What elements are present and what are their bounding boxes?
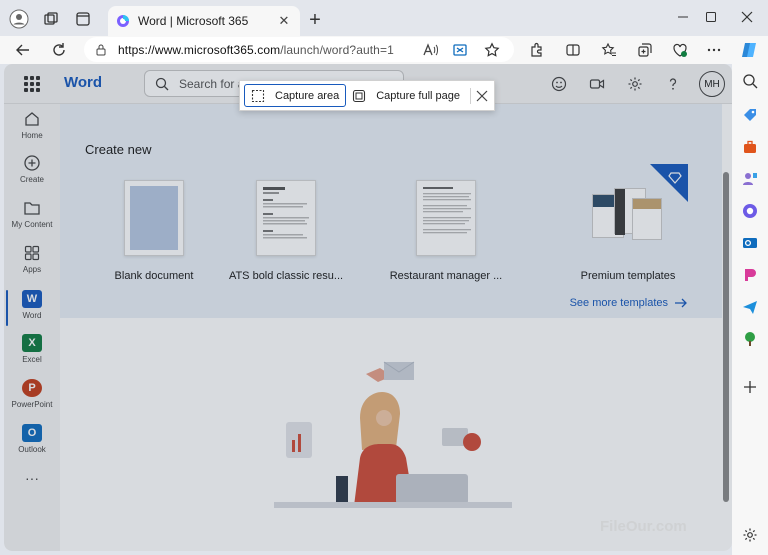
tab-word-microsoft-365[interactable]: Word | Microsoft 365 ✕	[108, 6, 300, 36]
capture-full-page-label: Capture full page	[376, 89, 460, 102]
sidebar-shopping-tag-icon[interactable]	[739, 104, 761, 126]
url-path: /launch/word?auth=1	[280, 42, 394, 57]
close-window-icon[interactable]	[732, 6, 762, 28]
minimize-icon[interactable]	[668, 6, 698, 28]
capture-full-page-button[interactable]: Capture full page	[346, 84, 466, 107]
capture-divider	[470, 87, 471, 104]
copilot-icon[interactable]	[737, 38, 761, 62]
web-capture-bar: Capture area Capture full page	[239, 80, 495, 111]
web-page: Word Search for ap MH Home Create My Con…	[4, 64, 732, 551]
sidebar-m365-icon[interactable]	[739, 200, 761, 222]
browser-toolbar: https://www.microsoft365.com/launch/word…	[0, 36, 768, 64]
capture-area-label: Capture area	[275, 89, 340, 102]
sidebar-add-icon[interactable]	[739, 376, 761, 398]
back-icon[interactable]	[11, 38, 35, 62]
sidebar-copilot-designer-icon[interactable]	[739, 264, 761, 286]
settings-more-icon[interactable]	[702, 38, 726, 62]
maximize-icon[interactable]	[696, 6, 726, 28]
collections-icon[interactable]	[633, 38, 657, 62]
url-host: https://www.microsoft365.com	[118, 42, 281, 57]
site-info-icon[interactable]	[94, 43, 108, 57]
watermark-text: FileOur.com	[600, 518, 687, 535]
tab-close-icon[interactable]: ✕	[276, 13, 292, 29]
sidebar-search-icon[interactable]	[739, 70, 761, 92]
sidebar-outlook-icon[interactable]	[739, 232, 761, 254]
capture-area-button[interactable]: Capture area	[244, 84, 347, 107]
capture-full-page-icon	[352, 89, 366, 103]
tab-title: Word | Microsoft 365	[138, 14, 249, 28]
capture-close-icon[interactable]	[475, 86, 490, 106]
favorites-icon[interactable]	[597, 38, 621, 62]
extensions-icon[interactable]	[524, 38, 548, 62]
favorite-star-icon[interactable]	[480, 38, 504, 62]
m365-favicon-icon	[117, 15, 129, 27]
refresh-icon[interactable]	[47, 38, 71, 62]
edge-sidebar	[732, 64, 768, 555]
sidebar-tools-icon[interactable]	[739, 136, 761, 158]
browser-tab-bar: Word | Microsoft 365 ✕ +	[0, 0, 768, 36]
read-aloud-icon[interactable]	[418, 38, 442, 62]
capture-area-icon	[251, 89, 265, 103]
workspaces-icon[interactable]	[40, 8, 62, 30]
url-text: https://www.microsoft365.com/launch/word…	[118, 43, 394, 57]
sidebar-tree-icon[interactable]	[739, 328, 761, 350]
sidebar-settings-icon[interactable]	[739, 524, 761, 546]
sidebar-games-icon[interactable]	[739, 168, 761, 190]
new-tab-button[interactable]: +	[304, 10, 326, 32]
capture-dim-overlay[interactable]	[4, 64, 732, 551]
sidebar-send-icon[interactable]	[739, 296, 761, 318]
profile-icon[interactable]	[8, 8, 30, 30]
split-screen-icon[interactable]	[561, 38, 585, 62]
browser-essentials-icon[interactable]	[668, 38, 692, 62]
tab-actions-icon[interactable]	[72, 8, 94, 30]
screenshot-icon[interactable]	[448, 38, 472, 62]
